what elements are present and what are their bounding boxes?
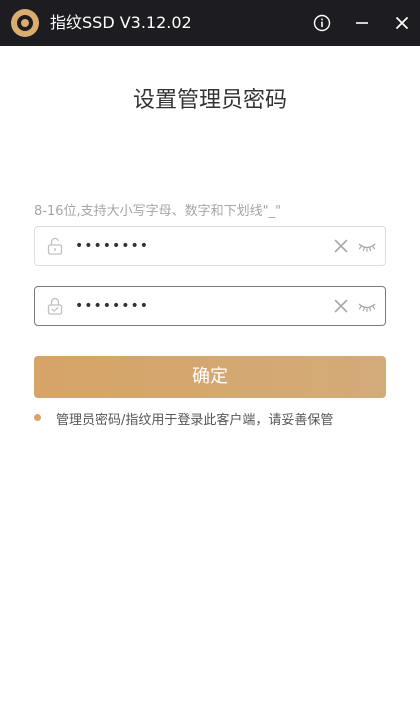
security-note: 管理员密码/指纹用于登录此客户端，请妥善保管 bbox=[56, 413, 334, 428]
page-title: 设置管理员密码 bbox=[132, 88, 287, 113]
app-title: 指纹SSD V3.12.02 bbox=[50, 13, 192, 32]
eye-closed-icon[interactable] bbox=[357, 298, 377, 314]
minimize-icon bbox=[356, 22, 368, 24]
lock-check-icon bbox=[47, 297, 63, 315]
confirm-password-input[interactable] bbox=[75, 287, 315, 325]
close-button[interactable] bbox=[388, 9, 416, 37]
title-bar: 指纹SSD V3.12.02 bbox=[0, 0, 420, 46]
confirm-password-field[interactable] bbox=[34, 286, 386, 326]
info-icon bbox=[313, 14, 331, 32]
password-hint: 8-16位,支持大小写字母、数字和下划线"_" bbox=[34, 204, 282, 219]
unlock-icon bbox=[47, 237, 63, 255]
info-button[interactable] bbox=[308, 9, 336, 37]
close-icon bbox=[396, 17, 408, 29]
eye-closed-icon[interactable] bbox=[357, 238, 377, 254]
confirm-button[interactable]: 确定 bbox=[34, 356, 386, 398]
password-field[interactable] bbox=[34, 226, 386, 266]
clear-icon[interactable] bbox=[333, 238, 349, 254]
minimize-button[interactable] bbox=[348, 9, 376, 37]
disc-logo-icon bbox=[11, 9, 39, 37]
note-bullet bbox=[34, 414, 41, 421]
clear-icon[interactable] bbox=[333, 298, 349, 314]
password-input[interactable] bbox=[75, 227, 315, 265]
